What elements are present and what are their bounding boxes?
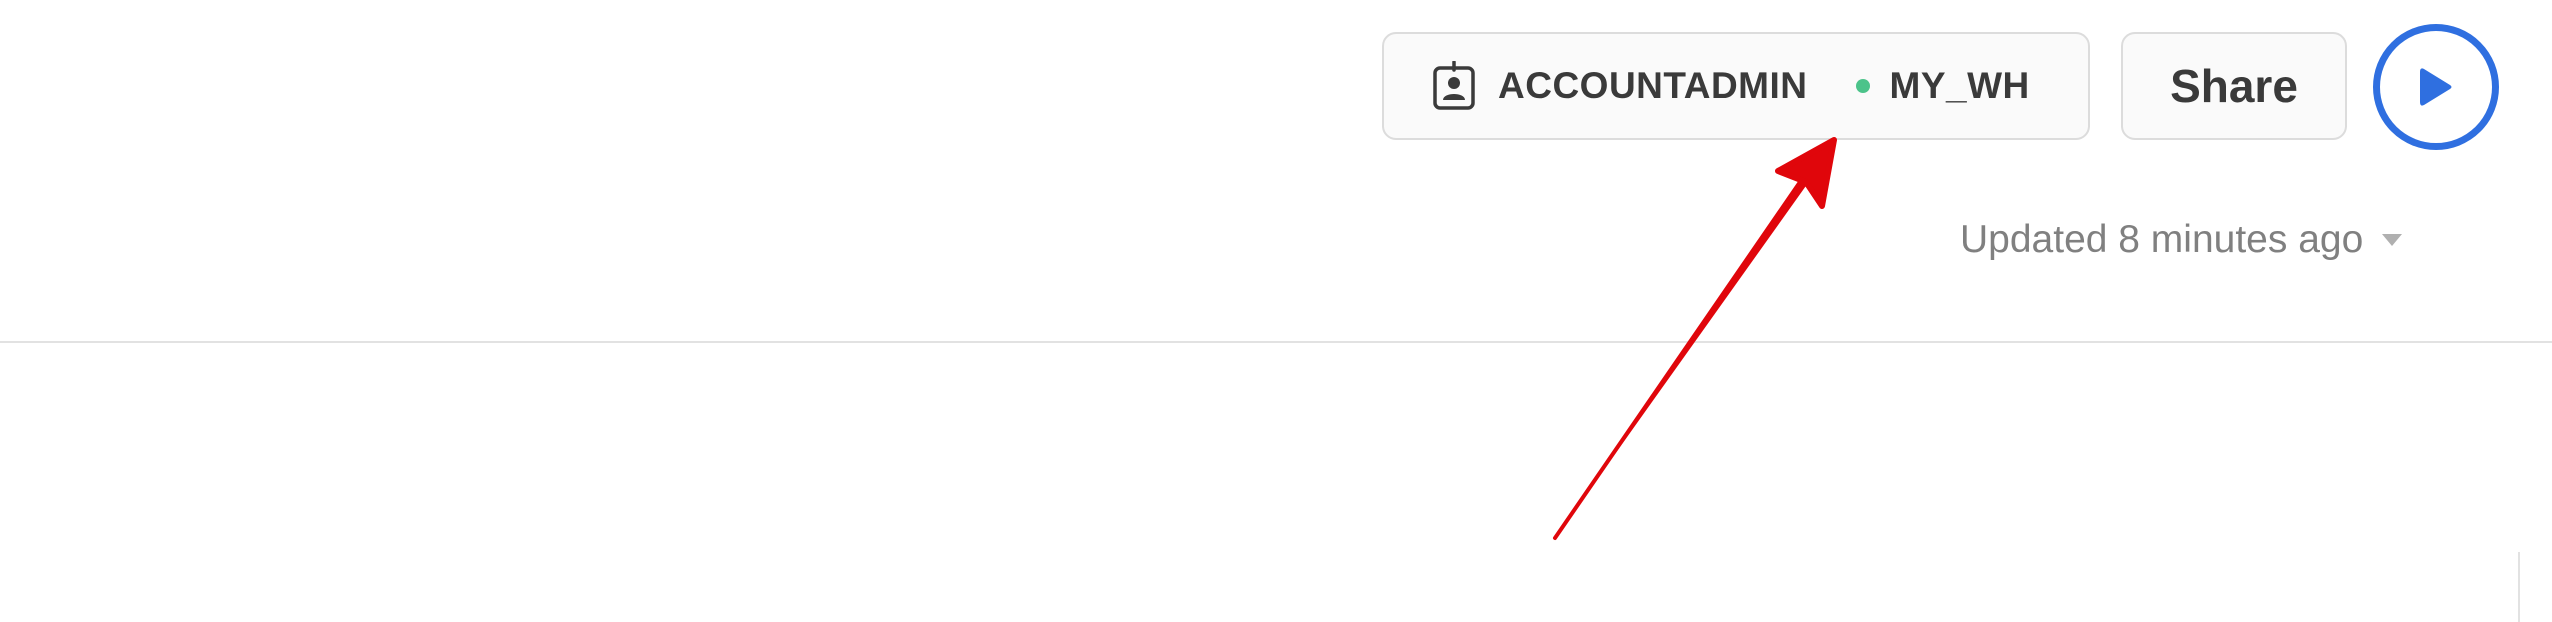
share-button[interactable]: Share bbox=[2121, 32, 2347, 140]
play-icon bbox=[2420, 68, 2452, 106]
worksheet-header: ACCOUNTADMIN MY_WH Share Updated 8 minut… bbox=[0, 0, 2552, 622]
last-updated-text: Updated 8 minutes ago bbox=[1960, 218, 2364, 261]
warehouse-status-dot bbox=[1855, 79, 1870, 93]
scrollbar-edge bbox=[2518, 552, 2520, 622]
role-label: ACCOUNTADMIN bbox=[1498, 65, 1808, 106]
run-button[interactable] bbox=[2373, 24, 2499, 150]
caret-down-icon bbox=[2382, 234, 2403, 246]
id-badge-icon bbox=[1433, 61, 1475, 110]
header-divider bbox=[0, 341, 2552, 343]
context-selector[interactable]: ACCOUNTADMIN MY_WH bbox=[1382, 32, 2090, 140]
last-updated-dropdown[interactable]: Updated 8 minutes ago bbox=[1960, 212, 2403, 268]
warehouse-label: MY_WH bbox=[1889, 65, 2030, 106]
